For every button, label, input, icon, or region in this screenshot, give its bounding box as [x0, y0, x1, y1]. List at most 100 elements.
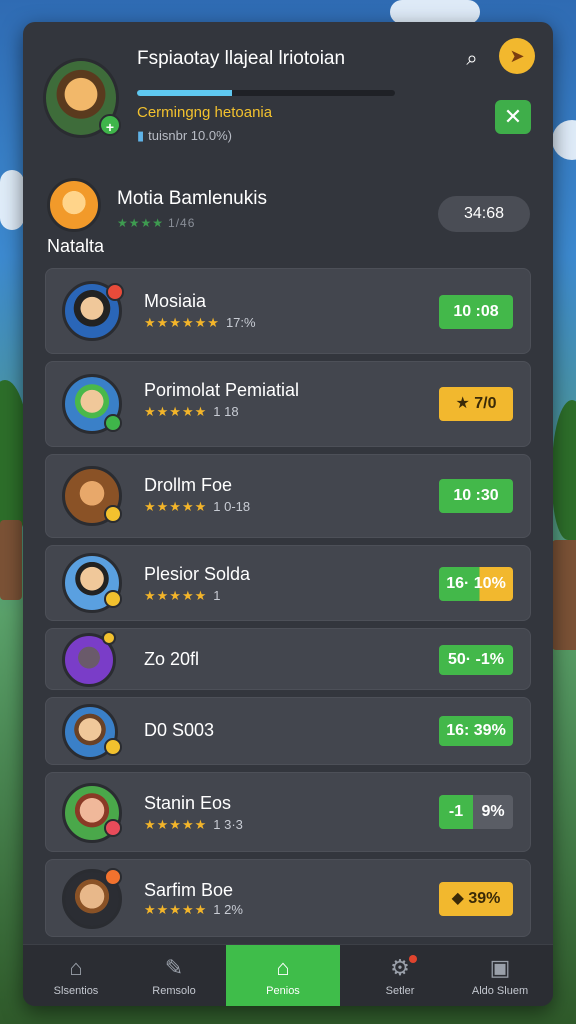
list-item[interactable]: Zo 20fl 50· -1%: [45, 628, 531, 690]
tab-settings[interactable]: ⚙ Setler: [347, 945, 453, 1006]
star-icons: ★★★★★★: [144, 315, 220, 330]
player-name: Porimolat Pemiatial: [144, 380, 300, 400]
list-item[interactable]: Drollm Foe ★★★★★ 1 0-18 10 :30: [45, 454, 531, 538]
player-rating: ★★★★★ 1 0-18: [144, 499, 250, 515]
edit-icon: ✎: [164, 955, 184, 980]
score-value: 7/0: [474, 395, 497, 412]
background-tree: [552, 400, 576, 540]
plus-badge-icon: [104, 414, 122, 432]
notification-dot: [409, 955, 417, 963]
rating-value: 1 3·3: [213, 817, 243, 832]
bottom-tab-bar: ⌂ Slsentios ✎ Remsolo ⌂ Penios ⚙ Setler …: [23, 944, 553, 1006]
player-name: Mosiaia: [144, 291, 207, 311]
tab-label: Slsentios: [53, 985, 99, 997]
rating-value: 1 2%: [213, 902, 243, 917]
rating-value: 17:%: [225, 315, 256, 330]
profile-header: + Fspiaotay llajeal lriotoian Cermingng …: [23, 22, 553, 172]
star-icon: ★: [455, 395, 470, 412]
list-item[interactable]: Sarfim Boe ★★★★★ 1 2% ◆ 39%: [45, 859, 531, 937]
score-badge: 10 :08: [439, 295, 513, 329]
header-subtitle: Cermingng hetoania: [137, 104, 273, 121]
gear-icon: ⚙: [390, 955, 410, 980]
coin-badge-icon: [104, 505, 122, 523]
rating-value: 1: [213, 588, 221, 603]
home-icon: ⌂: [69, 955, 83, 980]
player-rating: ★★★★★★ 17:%: [144, 315, 256, 331]
score-value-a: -1: [439, 795, 473, 829]
flower-badge-icon: [104, 819, 122, 837]
score-badge: 50· -1%: [439, 645, 513, 675]
star-icons: ★★★★★: [144, 902, 208, 917]
list-item[interactable]: Porimolat Pemiatial ★★★★★ 1 18 ★ 7/0: [45, 361, 531, 447]
search-icon[interactable]: ⌕: [457, 44, 487, 74]
coin-badge-icon: [104, 590, 122, 608]
list-item[interactable]: D0 S003 16: 39%: [45, 697, 531, 765]
rating-value: 1 18: [213, 404, 239, 419]
top-player-card: Motia Bamlenukis ★★★★ 1/46 34:68 Natalta: [23, 172, 553, 272]
tab-edit[interactable]: ✎ Remsolo: [121, 945, 227, 1006]
gem-icon: ◆: [451, 890, 464, 907]
coin-badge-icon: [102, 631, 116, 645]
score-badge: -1 9%: [439, 795, 513, 829]
player-name: Sarfim Boe: [144, 880, 234, 900]
background-cloud: [552, 120, 576, 160]
background-cloud: [390, 0, 480, 24]
emblem-icon: [106, 283, 124, 301]
add-badge-icon: +: [99, 114, 121, 136]
header-meta: ▮ tuisnbr 10.0%): [137, 128, 232, 144]
tab-inbox[interactable]: ▣ Aldo Sluem: [447, 945, 553, 1006]
score-badge: ◆ 39%: [439, 882, 513, 916]
top-player-rating: ★★★★ 1/46: [117, 216, 196, 230]
list-item[interactable]: Stanin Eos ★★★★★ 1 3·3 -1 9%: [45, 772, 531, 852]
player-name: D0 S003: [144, 720, 215, 740]
tab-label: Remsolo: [152, 985, 196, 997]
player-list: Mosiaia ★★★★★★ 17:% 10 :08 Porimolat Pemi…: [45, 268, 531, 944]
top-player-rating-value: 1/46: [168, 216, 196, 230]
xp-progress-fill: [137, 90, 233, 96]
score-value-b: 9%: [481, 803, 505, 820]
score-badge: 16· 10%: [439, 567, 513, 601]
star-icons: ★★★★★: [144, 404, 208, 419]
top-player-name: Motia Bamlenukis: [117, 188, 267, 209]
background-house: [552, 540, 576, 650]
tab-home[interactable]: ⌂ Slsentios: [23, 945, 129, 1006]
coin-badge-icon: [104, 868, 122, 886]
player-name: Plesior Solda: [144, 564, 251, 584]
player-name: Stanin Eos: [144, 793, 232, 813]
background-house: [0, 520, 22, 600]
inbox-icon: ▣: [489, 955, 511, 980]
house-icon: ⌂: [276, 955, 290, 980]
score-badge: ★ 7/0: [439, 387, 513, 421]
top-player-avatar[interactable]: [47, 178, 101, 232]
player-name: Zo 20fl: [144, 649, 200, 669]
star-icons: ★★★★★: [144, 588, 208, 603]
star-icons: ★★★★★: [144, 817, 208, 832]
stats-icon: ▮: [137, 128, 145, 143]
tab-label: Setler: [385, 985, 415, 997]
list-item[interactable]: Plesior Solda ★★★★★ 1 16· 10%: [45, 545, 531, 621]
coin-badge-icon: [104, 738, 122, 756]
tab-label: Aldo Sluem: [471, 985, 529, 997]
score-badge: 16: 39%: [439, 716, 513, 746]
rating-value: 1 0-18: [213, 499, 251, 514]
player-rating: ★★★★★ 1 2%: [144, 902, 243, 918]
section-label: Natalta: [47, 236, 105, 256]
player-rating: ★★★★★ 1 18: [144, 404, 239, 420]
score-badge: 10 :30: [439, 479, 513, 513]
tab-label: Penios: [266, 985, 300, 997]
player-name: Drollm Foe: [144, 475, 233, 495]
header-meta-text: tuisnbr 10.0%): [148, 128, 232, 143]
leaderboard-panel: + Fspiaotay llajeal lriotoian Cermingng …: [23, 22, 553, 1006]
background-cloud: [0, 170, 24, 230]
compass-icon[interactable]: ➤: [499, 38, 535, 74]
close-button[interactable]: ✕: [495, 100, 531, 134]
player-rating: ★★★★★ 1 3·3: [144, 817, 243, 833]
star-icons: ★★★★★: [144, 499, 208, 514]
countdown-timer: 34:68: [438, 196, 530, 232]
list-item[interactable]: Mosiaia ★★★★★★ 17:% 10 :08: [45, 268, 531, 354]
player-rating: ★★★★★ 1: [144, 588, 221, 604]
xp-progress-bar: [137, 90, 395, 96]
tab-penios[interactable]: ⌂ Penios: [226, 945, 340, 1006]
score-value: 39%: [468, 890, 501, 907]
page-title: Fspiaotay llajeal lriotoian: [137, 48, 346, 69]
